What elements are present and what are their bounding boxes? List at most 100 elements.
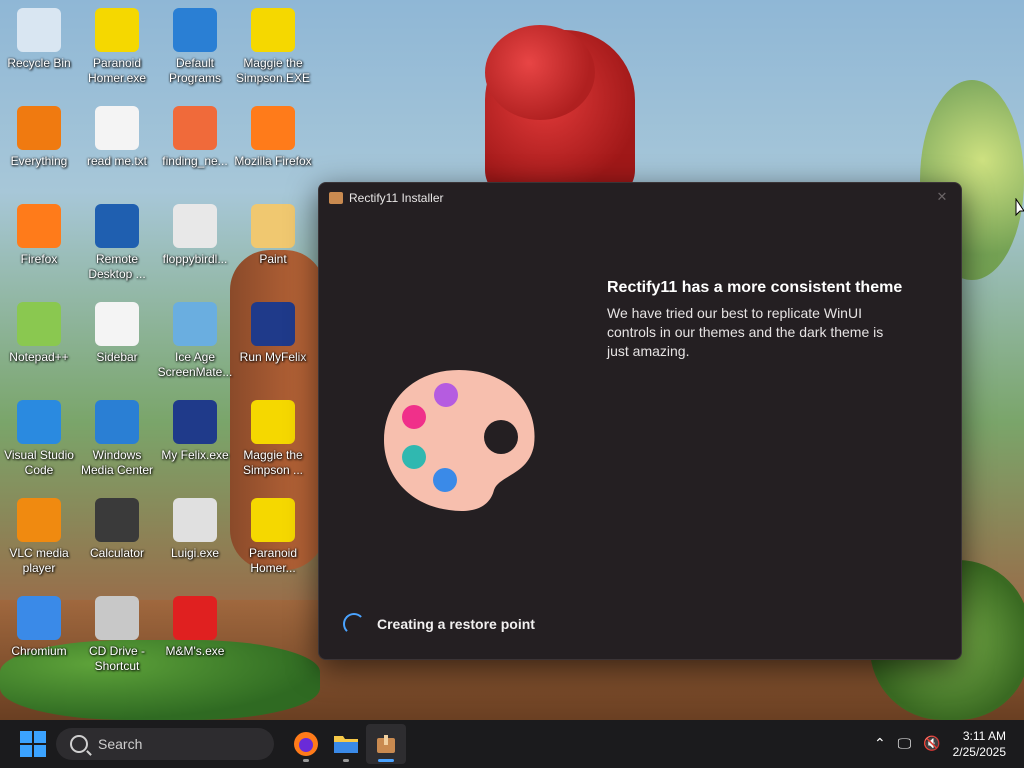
desktop-icon-label: Default Programs: [168, 56, 221, 85]
search-placeholder: Search: [98, 736, 143, 752]
network-icon[interactable]: 🖵: [898, 736, 912, 752]
active-indicator: [378, 759, 394, 762]
taskbar-app-firefox[interactable]: [286, 724, 326, 764]
desktop-icon[interactable]: Remote Desktop ...: [78, 204, 156, 282]
notepadpp-icon: [17, 302, 61, 346]
desktop-icon[interactable]: finding_ne...: [156, 106, 234, 169]
desktop-icon[interactable]: VLC media player: [0, 498, 78, 576]
remote-desktop-icon: [95, 204, 139, 248]
start-button[interactable]: [20, 731, 46, 757]
windows-logo-pane: [34, 745, 46, 757]
chromium-icon: [17, 596, 61, 640]
windows-logo-pane: [20, 745, 32, 757]
desktop-icon-label: My Felix.exe: [161, 448, 229, 462]
desktop-icon[interactable]: floppybirdl...: [156, 204, 234, 267]
cd-drive-icon: [95, 596, 139, 640]
installer-app-icon: [329, 192, 343, 204]
clock-time: 3:11 AM: [962, 729, 1006, 743]
chevron-up-icon[interactable]: ⌃: [874, 736, 886, 752]
desktop-icon-label: Recycle Bin: [7, 56, 71, 70]
desktop-icon[interactable]: read me.txt: [78, 106, 156, 169]
desktop-icon[interactable]: My Felix.exe: [156, 400, 234, 463]
installer-icon: [377, 735, 395, 753]
desktop-icon-label: Calculator: [89, 546, 145, 560]
media-center-icon: [95, 400, 139, 444]
mm-icon: [173, 596, 217, 640]
desktop-icon-label: Mozilla Firefox: [234, 154, 312, 168]
desktop-icon[interactable]: Chromium: [0, 596, 78, 659]
desktop-icon[interactable]: Paranoid Homer.exe: [78, 8, 156, 86]
installer-window: Rectify11 Installer ✕ Rectify11 has a mo…: [318, 182, 962, 660]
calculator-icon: [95, 498, 139, 542]
desktop-icon[interactable]: Visual Studio Code: [0, 400, 78, 478]
homer-icon: [251, 498, 295, 542]
desktop-icon[interactable]: Everything: [0, 106, 78, 169]
desktop-icon-label: Notepad++: [9, 350, 69, 364]
felix-icon: [173, 400, 217, 444]
close-button[interactable]: ✕: [931, 187, 953, 209]
desktop-icon[interactable]: Ice Age ScreenMate...: [156, 302, 234, 380]
desktop-icon[interactable]: Firefox: [0, 204, 78, 267]
desktop-icon-label: Paint: [259, 252, 287, 266]
desktop-icon[interactable]: Windows Media Center: [78, 400, 156, 478]
wallpaper-pom-pom: [485, 25, 595, 120]
vlc-icon: [17, 498, 61, 542]
desktop-icon[interactable]: M&M's.exe: [156, 596, 234, 659]
taskbar-app-file-explorer[interactable]: [326, 724, 366, 764]
system-tray: ⌃ 🖵 🔇 3:11 AM 2/25/2025: [874, 720, 1024, 768]
desktop-icon-label: Chromium: [11, 644, 67, 658]
nemo-icon: [173, 106, 217, 150]
text-file-icon: [95, 106, 139, 150]
taskbar-search[interactable]: Search: [56, 728, 274, 760]
maggie-icon: [251, 400, 295, 444]
slide-description: We have tried our best to replicate WinU…: [607, 305, 884, 359]
floppy-file-icon: [173, 204, 217, 248]
desktop-icon[interactable]: CD Drive - Shortcut: [78, 596, 156, 674]
desktop-icon-label: Sidebar: [96, 350, 138, 364]
desktop-icon-label: Windows Media Center: [80, 448, 154, 477]
clock[interactable]: 3:11 AM 2/25/2025: [953, 728, 1006, 760]
desktop-icon[interactable]: Paint: [234, 204, 312, 267]
desktop-icon[interactable]: Luigi.exe: [156, 498, 234, 561]
firefox-icon: [294, 732, 318, 756]
desktop-icon[interactable]: Maggie the Simpson.EXE: [234, 8, 312, 86]
desktop-icon[interactable]: Calculator: [78, 498, 156, 561]
desktop-icon[interactable]: Recycle Bin: [0, 8, 78, 71]
desktop-icon-label: Maggie the Simpson.EXE: [235, 56, 311, 85]
desktop-icon-label: Visual Studio Code: [4, 448, 74, 477]
desktop-icon[interactable]: Run MyFelix: [234, 302, 312, 365]
desktop-icon[interactable]: Paranoid Homer...: [234, 498, 312, 576]
volume-muted-icon[interactable]: 🔇: [923, 736, 940, 752]
desktop-icon[interactable]: Sidebar: [78, 302, 156, 365]
desktop-icon-label: floppybirdl...: [162, 252, 228, 266]
taskbar-app-installer[interactable]: [366, 724, 406, 764]
desktop-icon[interactable]: Default Programs: [156, 8, 234, 86]
taskbar: Search ⌃ 🖵 🔇 3:11 AM 2/25/2025: [0, 720, 1024, 768]
running-indicator: [343, 759, 349, 762]
install-status: Creating a restore point: [343, 613, 535, 635]
desktop-icon[interactable]: Mozilla Firefox: [234, 106, 312, 169]
title-bar[interactable]: Rectify11 Installer: [319, 183, 961, 213]
default-programs-icon: [173, 8, 217, 52]
clock-date: 2/25/2025: [952, 745, 1006, 759]
desktop-icon-label: Paranoid Homer.exe: [87, 56, 147, 85]
desktop-icon[interactable]: Notepad++: [0, 302, 78, 365]
firefox-icon: [251, 106, 295, 150]
desktop-icon[interactable]: Maggie the Simpson ...: [234, 400, 312, 478]
recycle-bin-icon: [17, 8, 61, 52]
ice-age-icon: [173, 302, 217, 346]
windows-logo-pane: [34, 731, 46, 743]
luigi-icon: [173, 498, 217, 542]
running-indicator: [303, 759, 309, 762]
desktop-icon-label: read me.txt: [86, 154, 148, 168]
windows-logo-icon: [20, 731, 32, 743]
desktop-icon-label: M&M's.exe: [165, 644, 225, 658]
desktop-icon-label: Ice Age ScreenMate...: [157, 350, 233, 379]
folder-icon: [334, 736, 358, 753]
search-icon: [70, 735, 88, 753]
paint-palette-icon: [384, 370, 535, 511]
vscode-icon: [17, 400, 61, 444]
paint-icon: [251, 204, 295, 248]
desktop-icon-label: CD Drive - Shortcut: [89, 644, 145, 673]
desktop-icon-label: Firefox: [20, 252, 58, 266]
